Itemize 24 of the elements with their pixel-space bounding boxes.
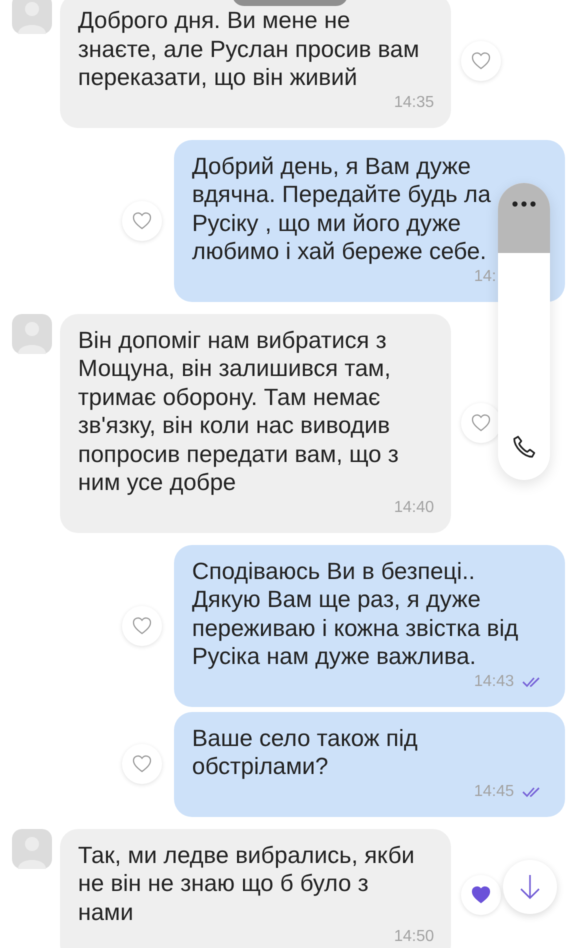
- like-button[interactable]: [122, 606, 162, 646]
- message-text: Він допоміг нам вибратися з Мощуна, він залишився там, тримає оборону. Там немає зв'язку, він коли нас виводив попросив передати вам, що з ним усе добре: [78, 326, 400, 496]
- message-time: 14:35: [394, 92, 434, 112]
- message-time: 14:45: [474, 782, 514, 802]
- message-text: Ваше село також під обстрілами?: [192, 724, 419, 780]
- arrow-down-icon: [519, 873, 541, 901]
- message-text: Так, ми ледве вибрались, якби не він не знаю що б було з нами: [78, 840, 416, 926]
- message-time: 14:: [474, 266, 496, 286]
- more-button[interactable]: [498, 183, 550, 253]
- message-time: 14:50: [394, 927, 434, 947]
- message-text: Добрий день, я Вам дуже вдячна. Передайте будь ла: [192, 152, 492, 208]
- more-icon: [512, 201, 536, 207]
- like-button[interactable]: [122, 200, 162, 240]
- phone-icon[interactable]: [511, 434, 537, 460]
- message-text: Русіку , що ми його дуже любимо і хай береже себе.: [192, 208, 488, 266]
- message-time: 14:43: [474, 672, 514, 692]
- message-text: Доброго дня. Ви мене не знаєте, але Руслан просив вам переказати, що він живий: [78, 6, 420, 92]
- message-text: Сподіваюсь Ви в безпеці.. Дякую Вам ще раз, я дуже переживаю і кожна звістка від Русіка нам дуже важлива.: [192, 556, 520, 670]
- like-button[interactable]: [122, 744, 162, 784]
- like-button[interactable]: [461, 40, 501, 81]
- like-button[interactable]: [461, 875, 501, 916]
- like-button[interactable]: [461, 403, 501, 443]
- scroll-down-button[interactable]: [503, 860, 557, 914]
- message-time: 14:40: [394, 498, 434, 518]
